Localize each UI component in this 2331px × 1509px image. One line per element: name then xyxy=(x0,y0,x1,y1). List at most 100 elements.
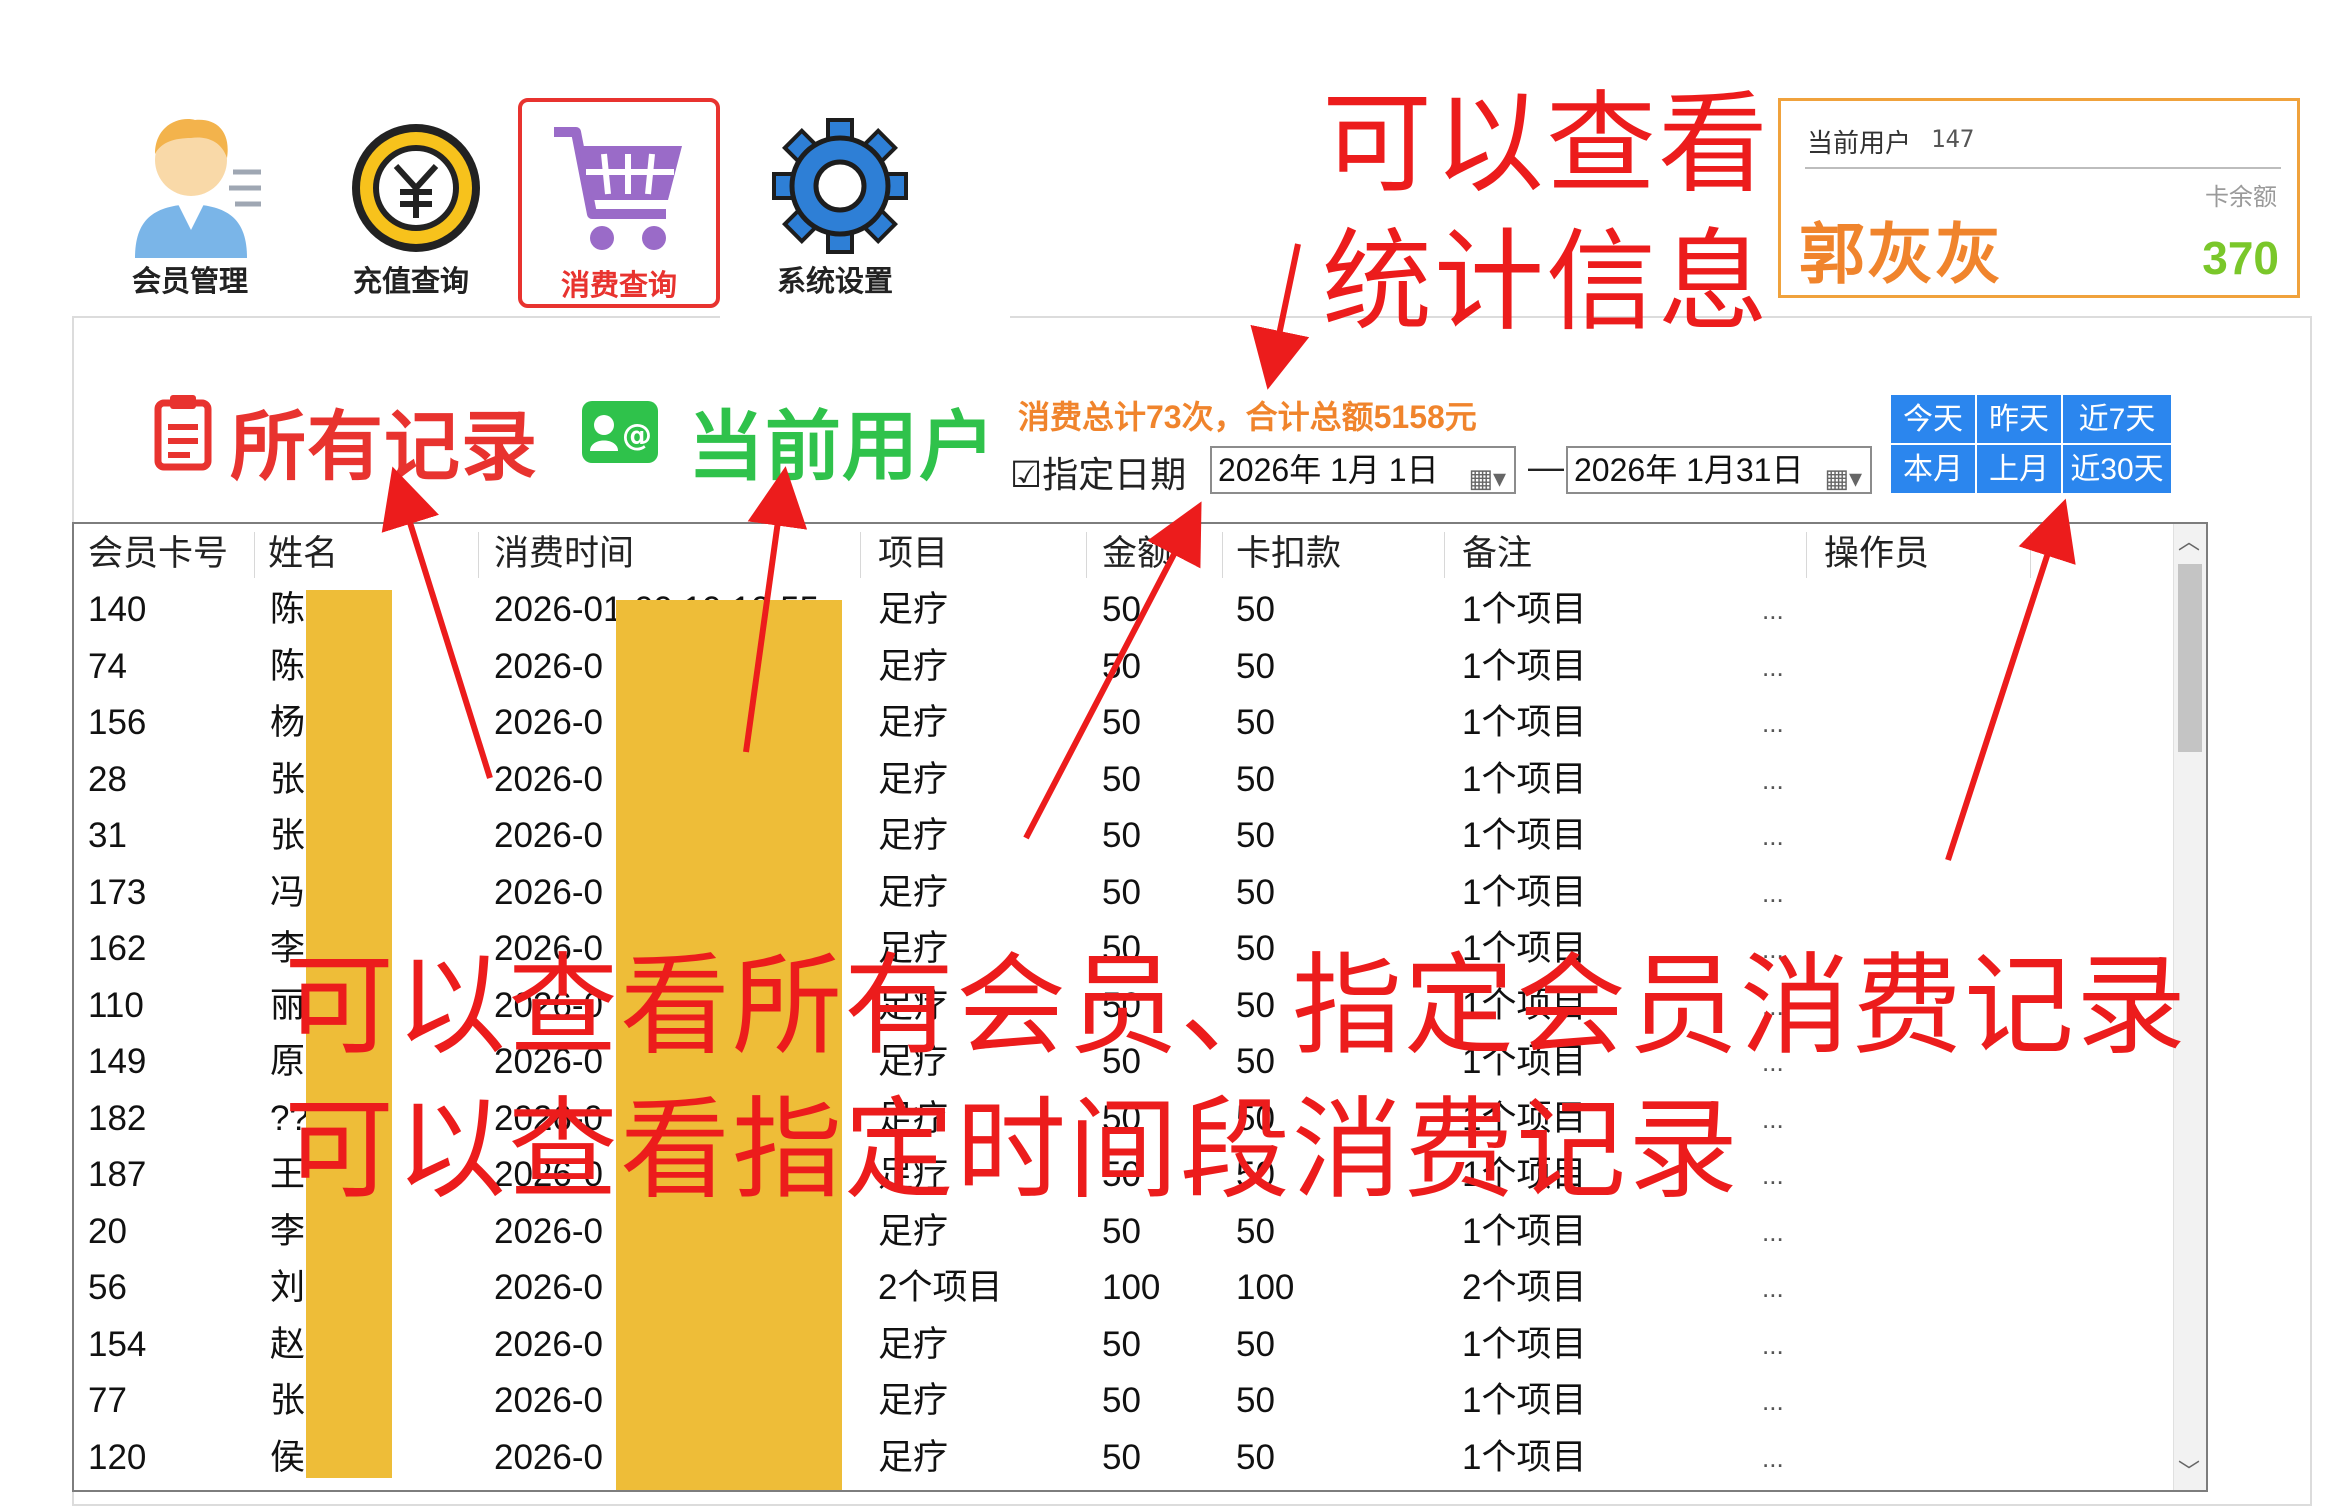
scroll-down-icon[interactable]: ﹀ xyxy=(2178,1454,2200,1486)
toolbar-member-management[interactable]: 会员管理 xyxy=(95,98,285,308)
cell-amount: 50 xyxy=(1102,590,1141,629)
cell-note: 1个项目 xyxy=(1462,872,1587,912)
cell-card-deduct: 50 xyxy=(1236,1324,1275,1364)
toolbar-label: 消费查询 xyxy=(560,270,677,302)
cell-more: ... xyxy=(1762,1386,1784,1416)
cell-note: 1个项目 xyxy=(1462,816,1587,855)
cell-amount: 50 xyxy=(1102,816,1141,855)
toolbar-label: 会员管理 xyxy=(131,266,248,298)
quick-range-this-month[interactable]: 本月 xyxy=(1890,444,1976,494)
column-divider xyxy=(1444,532,1445,578)
coin-icon xyxy=(352,124,480,252)
cell-more: ... xyxy=(1762,1103,1784,1134)
current-user-id: 147 xyxy=(1931,125,1975,153)
toolbar-consumption-query[interactable]: 消费查询 xyxy=(518,98,720,308)
cell-card-deduct: 50 xyxy=(1236,816,1275,855)
cell-more: ... xyxy=(1762,1442,1784,1473)
current-user-button[interactable]: @ 当前用户 xyxy=(582,385,996,495)
annotation-main-line1: 可以查看所有会员、指定会员消费记录 xyxy=(284,945,2188,1068)
contact-card-icon: @ xyxy=(582,401,658,463)
cell-name: 赵 xyxy=(270,1324,306,1364)
cell-card-no: 74 xyxy=(88,646,127,686)
column-header[interactable]: 卡扣款 xyxy=(1236,526,1341,582)
column-header[interactable]: 项目 xyxy=(878,526,948,582)
cell-name: 杨 xyxy=(270,703,306,742)
cell-card-deduct: 50 xyxy=(1236,1381,1275,1420)
cell-card-no: 149 xyxy=(88,1042,147,1081)
cell-amount: 50 xyxy=(1102,646,1141,686)
cell-more: ... xyxy=(1762,1160,1784,1190)
frame-gap xyxy=(720,310,1010,320)
cell-time: 2026-0 xyxy=(494,759,603,799)
cell-note: 1个项目 xyxy=(1462,590,1587,629)
cell-item: 足疗 xyxy=(878,1437,949,1477)
annotation-stats-line1: 可以查看 xyxy=(1322,83,1770,206)
calendar-dropdown-icon[interactable]: ▦▾ xyxy=(1468,456,1506,500)
date-separator: — xyxy=(1528,446,1564,487)
cell-item: 足疗 xyxy=(878,759,949,799)
cell-card-no: 156 xyxy=(88,703,147,742)
column-header[interactable]: 金额 xyxy=(1102,526,1172,582)
end-date-picker[interactable]: 2026年 1月31日 ▦▾ xyxy=(1566,446,1872,494)
cell-card-no: 154 xyxy=(88,1324,147,1364)
cell-card-deduct: 50 xyxy=(1236,590,1275,629)
cell-item: 足疗 xyxy=(878,590,949,629)
specify-date-checkbox[interactable]: ☑指定日期 xyxy=(1010,446,1186,498)
quick-range-last-30-days[interactable]: 近30天 xyxy=(2062,444,2172,494)
column-divider xyxy=(2030,532,2031,578)
column-header[interactable]: 消费时间 xyxy=(494,526,634,582)
column-header[interactable]: 备注 xyxy=(1462,526,1532,582)
cell-card-no: 182 xyxy=(88,1098,147,1138)
column-header[interactable]: 姓名 xyxy=(268,526,338,582)
cell-time: 2026-0 xyxy=(494,1324,603,1364)
cell-more: ... xyxy=(1762,708,1784,738)
quick-range-yesterday[interactable]: 昨天 xyxy=(1976,394,2062,444)
all-records-button[interactable]: 所有记录 xyxy=(154,385,538,495)
cell-note: 1个项目 xyxy=(1462,759,1587,799)
cell-name: 张 xyxy=(270,759,306,799)
cell-card-no: 140 xyxy=(88,590,147,629)
annotation-stats-line2: 统计信息 xyxy=(1322,221,1770,344)
cell-name: 陈 xyxy=(270,590,306,629)
gear-icon xyxy=(772,118,908,254)
cell-name: 陈 xyxy=(270,646,306,686)
end-date-value: 2026年 1月31日 xyxy=(1574,452,1804,488)
scrollbar-thumb[interactable] xyxy=(2178,564,2202,752)
cell-more: ... xyxy=(1762,1329,1784,1360)
column-header[interactable]: 操作员 xyxy=(1824,526,1929,582)
table-header: 会员卡号 姓名 消费时间 项目 金额 卡扣款 备注 操作员 xyxy=(74,524,2174,580)
cell-name: 刘 xyxy=(270,1268,306,1307)
cell-name: 张 xyxy=(270,816,306,855)
toolbar-recharge-query[interactable]: 充值查询 xyxy=(316,98,506,308)
cell-more: ... xyxy=(1762,764,1784,795)
current-user-panel: 当前用户 147 卡余额 郭灰灰 370 xyxy=(1778,98,2300,298)
cell-card-no: 120 xyxy=(88,1437,147,1477)
cell-more: ... xyxy=(1762,877,1784,908)
cell-time: 2026-0 xyxy=(494,816,603,855)
calendar-dropdown-icon[interactable]: ▦▾ xyxy=(1824,456,1862,500)
cell-card-no: 187 xyxy=(88,1155,147,1194)
cell-card-no: 56 xyxy=(88,1268,127,1307)
cell-item: 足疗 xyxy=(878,872,949,912)
quick-range-last-7-days[interactable]: 近7天 xyxy=(2062,394,2172,444)
toolbar-system-settings[interactable]: 系统设置 xyxy=(740,98,930,308)
clipboard-icon xyxy=(154,395,212,471)
toolbar-label: 充值查询 xyxy=(352,266,469,298)
cell-item: 足疗 xyxy=(878,816,949,855)
cell-card-deduct: 50 xyxy=(1236,872,1275,912)
quick-range-today[interactable]: 今天 xyxy=(1890,394,1976,444)
start-date-picker[interactable]: 2026年 1月 1日 ▦▾ xyxy=(1210,446,1516,494)
cell-item: 2个项目 xyxy=(878,1268,1003,1307)
toolbar-label: 系统设置 xyxy=(776,266,893,298)
column-divider xyxy=(860,532,861,578)
cell-item: 足疗 xyxy=(878,1381,949,1420)
scroll-up-icon[interactable]: ︿ xyxy=(2178,524,2200,556)
cell-more: ... xyxy=(1762,1216,1784,1247)
column-divider xyxy=(478,532,479,578)
quick-range-last-month[interactable]: 上月 xyxy=(1976,444,2062,494)
cell-amount: 50 xyxy=(1102,872,1141,912)
cell-card-deduct: 50 xyxy=(1236,703,1275,742)
column-header[interactable]: 会员卡号 xyxy=(88,526,228,582)
cell-amount: 100 xyxy=(1102,1268,1161,1307)
consumption-stats: 消费总计73次，合计总额5158元 xyxy=(1018,399,1477,435)
